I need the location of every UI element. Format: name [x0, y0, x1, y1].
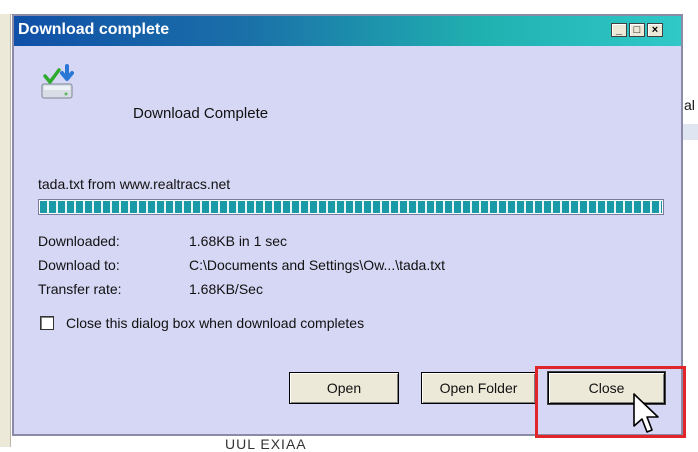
download-to-label: Download to: [38, 257, 120, 273]
window-close-button[interactable]: × [647, 23, 663, 37]
minimize-button[interactable]: _ [611, 23, 627, 37]
download-complete-heading: Download Complete [133, 105, 269, 122]
file-source-line: tada.txt from www.realtracs.net [38, 176, 231, 192]
downloaded-value: 1.68KB in 1 sec [189, 233, 288, 249]
close-when-complete-checkbox[interactable] [40, 316, 54, 330]
download-progress-bar [38, 199, 664, 215]
download-complete-icon [41, 64, 74, 99]
maximize-icon: □ [633, 24, 641, 36]
minimize-icon: _ [615, 24, 623, 36]
background-bottom-text-fragment: UUL EXIAA [225, 436, 307, 452]
download-to-value: C:\Documents and Settings\Ow...\tada.txt [189, 257, 446, 273]
download-complete-dialog: Download complete _ □ × Download Complet… [12, 14, 686, 438]
transfer-rate-value: 1.68KB/Sec [189, 281, 263, 297]
background-window-left [0, 14, 11, 447]
close-icon: × [651, 24, 659, 36]
open-folder-button[interactable]: Open Folder [421, 372, 536, 404]
maximize-button[interactable]: □ [629, 23, 645, 37]
transfer-rate-label: Transfer rate: [38, 281, 122, 297]
background-window-top [0, 0, 698, 15]
downloaded-label: Downloaded: [38, 233, 120, 249]
open-button[interactable]: Open [289, 372, 399, 404]
progress-fill [40, 201, 662, 213]
background-window-band [683, 124, 698, 140]
background-text-fragment: al [684, 97, 695, 113]
dialog-title: Download complete [18, 21, 170, 38]
close-when-complete-label[interactable]: Close this dialog box when download comp… [66, 315, 364, 331]
mouse-cursor-icon [633, 393, 659, 433]
dialog-titlebar[interactable]: Download complete _ □ × [14, 16, 681, 46]
